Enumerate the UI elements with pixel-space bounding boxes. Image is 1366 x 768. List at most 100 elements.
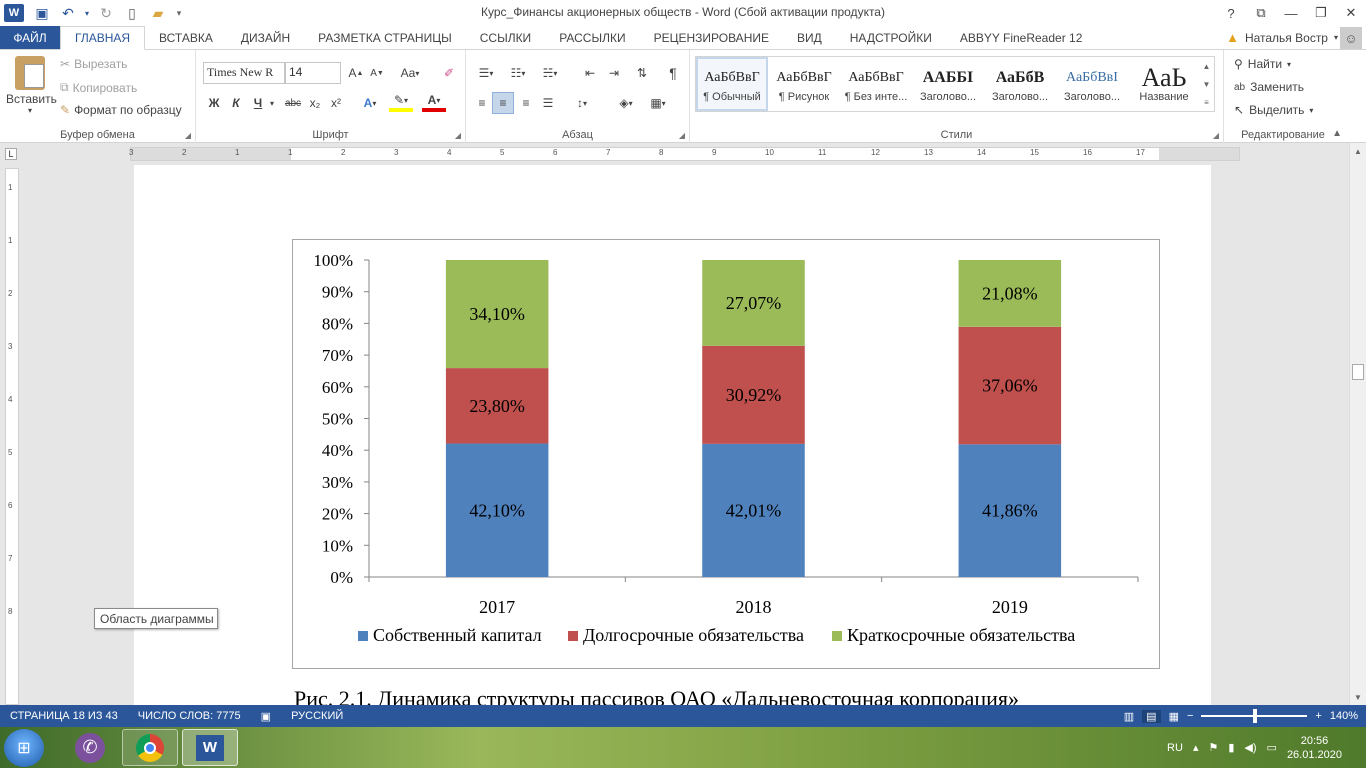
- superscript-button[interactable]: x²: [327, 92, 345, 114]
- more-styles-icon[interactable]: ≡: [1199, 93, 1214, 111]
- chart-area[interactable]: 0% 10% 20% 30% 40% 50% 60% 70% 80% 90% 100% 42,10% 2…: [292, 239, 1160, 669]
- style-heading-2[interactable]: АаБбВ Заголово...: [984, 57, 1056, 111]
- tab-review[interactable]: РЕЦЕНЗИРОВАНИЕ: [640, 26, 783, 49]
- horizontal-ruler[interactable]: 3 2 1 1 2 3 4 5 6 7 8 9 10 11 12 13 14 15 16 17: [129, 147, 1240, 161]
- find-button[interactable]: ⚲ Найти ▾: [1234, 57, 1291, 71]
- vertical-scrollbar[interactable]: ▲ ▼: [1349, 143, 1366, 705]
- strikethrough-button[interactable]: abc: [282, 92, 304, 114]
- copy-button[interactable]: ⧉ Копировать: [60, 80, 137, 95]
- grow-font-icon[interactable]: A ▲: [347, 62, 365, 84]
- flag-icon[interactable]: ⚑: [1208, 741, 1218, 754]
- tab-mailings[interactable]: РАССЫЛКИ: [545, 26, 639, 49]
- zoom-in-button[interactable]: +: [1315, 710, 1321, 722]
- scroll-thumb[interactable]: [1352, 364, 1364, 380]
- underline-dropdown-icon[interactable]: ▾: [268, 92, 276, 114]
- read-mode-icon[interactable]: ▥: [1124, 710, 1134, 723]
- shrink-font-icon[interactable]: A ▼: [368, 62, 386, 84]
- cut-button[interactable]: ✂ Вырезать: [60, 57, 127, 71]
- clear-formatting-icon[interactable]: ✐: [440, 62, 458, 84]
- print-layout-icon[interactable]: ▤: [1142, 709, 1161, 723]
- new-document-icon[interactable]: ▯: [120, 2, 144, 24]
- restore-icon[interactable]: ❐: [1306, 0, 1336, 26]
- user-account[interactable]: ▲ Наталья Востр ▾: [1226, 30, 1338, 45]
- tab-addins[interactable]: НАДСТРОЙКИ: [836, 26, 946, 49]
- dialog-launcher-icon[interactable]: ◢: [185, 131, 191, 140]
- document-page[interactable]: 0% 10% 20% 30% 40% 50% 60% 70% 80% 90% 100% 42,10% 2…: [134, 165, 1211, 705]
- replace-button[interactable]: ab Заменить: [1234, 80, 1304, 94]
- avatar[interactable]: ☺: [1340, 27, 1362, 49]
- zoom-slider-thumb[interactable]: [1253, 709, 1258, 723]
- tab-home[interactable]: ГЛАВНАЯ: [60, 26, 146, 50]
- chevron-up-icon[interactable]: ▲: [1199, 57, 1214, 75]
- borders-icon[interactable]: ▦ ▾: [644, 92, 672, 114]
- redo-icon[interactable]: ↻: [94, 2, 118, 24]
- input-language[interactable]: RU: [1167, 742, 1183, 754]
- subscript-button[interactable]: x₂: [306, 92, 324, 114]
- align-center-icon[interactable]: ≡: [492, 92, 514, 114]
- customize-qat-icon[interactable]: ▾: [172, 2, 186, 24]
- vertical-ruler[interactable]: 1 1 2 3 4 5 6 7 8: [5, 168, 19, 705]
- open-folder-icon[interactable]: ▰: [146, 2, 170, 24]
- numbering-icon[interactable]: ☷ ▾: [504, 62, 532, 84]
- chrome-app-icon[interactable]: [122, 729, 178, 766]
- show-marks-icon[interactable]: ¶: [664, 62, 682, 84]
- zoom-out-button[interactable]: −: [1187, 710, 1193, 722]
- style-figure[interactable]: АаБбВвГ ¶ Рисунок: [768, 57, 840, 111]
- word-taskbar-icon[interactable]: W: [182, 729, 238, 766]
- tab-view[interactable]: ВИД: [783, 26, 836, 49]
- word-count[interactable]: ЧИСЛО СЛОВ: 7775: [128, 710, 251, 722]
- power-icon[interactable]: ▭: [1267, 741, 1277, 754]
- volume-icon[interactable]: ◀): [1244, 741, 1256, 754]
- bold-button[interactable]: Ж: [205, 92, 223, 114]
- page-count[interactable]: СТРАНИЦА 18 ИЗ 43: [0, 710, 128, 722]
- dialog-launcher-icon[interactable]: ◢: [679, 131, 685, 140]
- format-painter-button[interactable]: ✎ Формат по образцу: [60, 103, 182, 117]
- figure-caption[interactable]: Рис. 2.1. Динамика структуры пассивов ОА…: [294, 686, 1019, 705]
- underline-button[interactable]: Ч: [249, 92, 267, 114]
- chevron-down-icon[interactable]: ▼: [1199, 75, 1214, 93]
- undo-icon[interactable]: ↶: [56, 2, 80, 24]
- tab-page-layout[interactable]: РАЗМЕТКА СТРАНИЦЫ: [304, 26, 466, 49]
- italic-button[interactable]: К: [227, 92, 245, 114]
- proofing-icon[interactable]: ▣: [251, 710, 281, 723]
- bullets-icon[interactable]: ☰ ▾: [472, 62, 500, 84]
- multilevel-list-icon[interactable]: ☵ ▾: [536, 62, 564, 84]
- style-no-spacing[interactable]: АаБбВвГ ¶ Без инте...: [840, 57, 912, 111]
- web-layout-icon[interactable]: ▦: [1169, 710, 1179, 723]
- change-case-button[interactable]: Aa ▾: [396, 62, 424, 84]
- word-app-icon[interactable]: W: [4, 4, 24, 22]
- style-title[interactable]: АаЬ Название: [1128, 57, 1200, 111]
- tab-abbyy[interactable]: ABBYY FineReader 12: [946, 26, 1097, 49]
- font-name-input[interactable]: Times New R: [203, 62, 285, 84]
- line-spacing-icon[interactable]: ↕ ▾: [568, 92, 596, 114]
- decrease-indent-icon[interactable]: ⇤: [580, 62, 600, 84]
- scroll-up-icon[interactable]: ▲: [1350, 143, 1366, 159]
- style-heading-3[interactable]: АаБбВвІ Заголово...: [1056, 57, 1128, 111]
- save-icon[interactable]: ▣: [30, 2, 54, 24]
- font-color-icon[interactable]: A ▾: [422, 92, 446, 112]
- increase-indent-icon[interactable]: ⇥: [604, 62, 624, 84]
- tab-references[interactable]: ССЫЛКИ: [466, 26, 545, 49]
- sort-icon[interactable]: ⇅: [632, 62, 652, 84]
- language[interactable]: РУССКИЙ: [281, 710, 353, 722]
- select-button[interactable]: ↖ Выделить ▾: [1234, 103, 1313, 117]
- dialog-launcher-icon[interactable]: ◢: [455, 131, 461, 140]
- tab-file[interactable]: ФАЙЛ: [0, 26, 60, 49]
- scroll-down-icon[interactable]: ▼: [1350, 689, 1366, 705]
- zoom-level[interactable]: 140%: [1330, 710, 1358, 722]
- clock[interactable]: 20:56 26.01.2020: [1287, 734, 1342, 762]
- viber-app-icon[interactable]: ✆: [62, 729, 118, 766]
- collapse-ribbon-icon[interactable]: ▲: [1332, 128, 1342, 139]
- style-normal[interactable]: АаБбВвГ ¶ Обычный: [696, 57, 768, 111]
- close-icon[interactable]: ✕: [1336, 0, 1366, 26]
- dialog-launcher-icon[interactable]: ◢: [1213, 131, 1219, 140]
- paste-button[interactable]: Вставить ▾: [6, 56, 57, 115]
- align-right-icon[interactable]: ≡: [516, 92, 536, 114]
- tab-design[interactable]: ДИЗАЙН: [227, 26, 304, 49]
- zoom-slider[interactable]: [1201, 709, 1308, 723]
- highlight-icon[interactable]: ✎ ▾: [389, 92, 413, 112]
- shading-icon[interactable]: ◈ ▾: [612, 92, 640, 114]
- tab-insert[interactable]: ВСТАВКА: [145, 26, 227, 49]
- tab-selector[interactable]: L: [5, 148, 17, 160]
- text-effects-icon[interactable]: A ▾: [359, 92, 381, 114]
